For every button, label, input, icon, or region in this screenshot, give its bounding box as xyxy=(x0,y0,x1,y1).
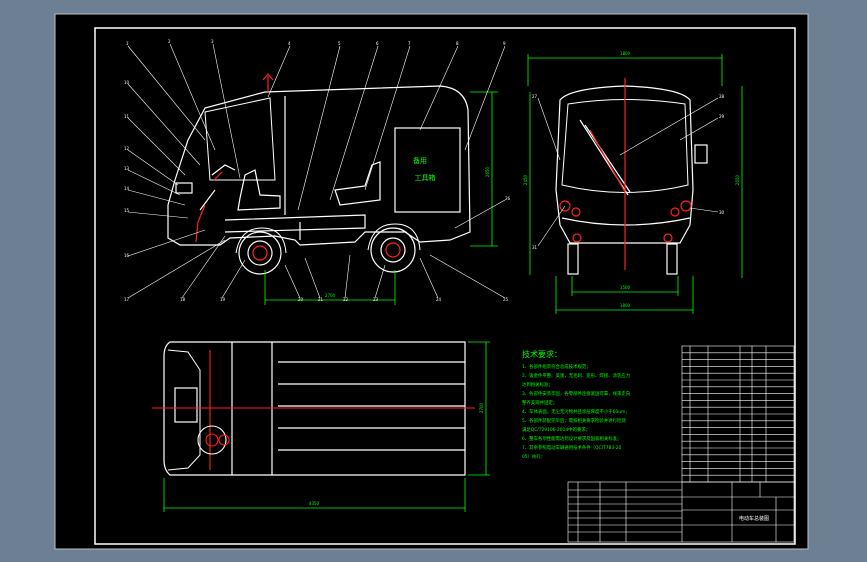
side-door-label-2: 工具箱 xyxy=(415,173,436,182)
top-dim-length: 4350 xyxy=(309,501,320,506)
svg-text:14: 14 xyxy=(124,186,130,191)
parts-list-table xyxy=(681,345,795,483)
tech-line: 4、车体表面，无尘无污物并且涂层厚度不小于60um； xyxy=(522,408,630,415)
svg-text:30: 30 xyxy=(719,210,725,215)
svg-text:24: 24 xyxy=(436,297,442,302)
svg-text:21: 21 xyxy=(318,297,324,302)
cad-drawing-canvas: 备用 工具箱 2700 2650 123 456 789 101112 1314… xyxy=(54,13,809,550)
svg-text:17: 17 xyxy=(124,297,130,302)
front-dim-height-left: 2450 xyxy=(523,174,528,185)
side-dim-height: 2650 xyxy=(485,166,490,177)
tech-line: 3、各部件安装牢固，各零部件连接紧固可靠，线束走向 xyxy=(522,390,630,397)
front-dim-track: 1500 xyxy=(620,285,631,290)
svg-text:25: 25 xyxy=(503,297,509,302)
svg-text:18: 18 xyxy=(180,297,186,302)
tech-line: 5、各部件装配完毕后，需按相关要求检验并进行检测 xyxy=(522,417,626,424)
side-dim-wheelbase: 2700 xyxy=(325,293,336,298)
side-door-label-1: 备用 xyxy=(413,156,427,165)
front-dim-height-right: 2650 xyxy=(735,174,740,185)
tech-line: 整齐美观并固定； xyxy=(522,399,557,406)
front-dim-overall-width: 1800 xyxy=(620,303,631,308)
tech-line: 05）执行； xyxy=(522,453,545,460)
svg-text:11: 11 xyxy=(124,114,130,119)
tech-line: 7、其余参照电动车辆通用技术条件（QC/T783-20 xyxy=(522,444,621,451)
svg-text:22: 22 xyxy=(343,297,349,302)
tech-line: 2、钣金件平整、美观，无毛刺、变形、焊接、涂装应力 xyxy=(522,372,630,379)
svg-text:23: 23 xyxy=(373,297,379,302)
svg-text:16: 16 xyxy=(124,253,130,258)
svg-text:26: 26 xyxy=(505,196,511,201)
tech-line: 满足QC/T29106-2014中的要求； xyxy=(522,426,590,433)
svg-text:10: 10 xyxy=(124,80,130,85)
svg-text:15: 15 xyxy=(124,208,130,213)
svg-text:29: 29 xyxy=(719,114,725,119)
svg-text:13: 13 xyxy=(124,166,130,171)
tech-line: 达到相关标准； xyxy=(522,381,553,388)
tech-line: 6、整车各项性能需达到设计要求及国家相关标准； xyxy=(522,435,621,442)
title-block-drawing-name: 电动车总装图 xyxy=(739,515,769,522)
top-dim-width: 2700 xyxy=(479,402,484,413)
svg-text:20: 20 xyxy=(298,297,304,302)
svg-text:19: 19 xyxy=(220,297,226,302)
tech-line: 1、各部件组装符合总成技术规范； xyxy=(522,363,591,370)
tech-requirements-list: 1、各部件组装符合总成技术规范； 2、钣金件平整、美观，无毛刺、变形、焊接、涂装… xyxy=(522,363,630,460)
svg-text:12: 12 xyxy=(124,146,130,151)
svg-text:28: 28 xyxy=(719,94,725,99)
drawing-sheet xyxy=(54,13,809,550)
tech-requirements-title: 技术要求： xyxy=(522,349,562,359)
svg-text:27: 27 xyxy=(532,94,538,99)
svg-text:31: 31 xyxy=(532,245,538,250)
front-dim-top: 1800 xyxy=(620,51,631,56)
